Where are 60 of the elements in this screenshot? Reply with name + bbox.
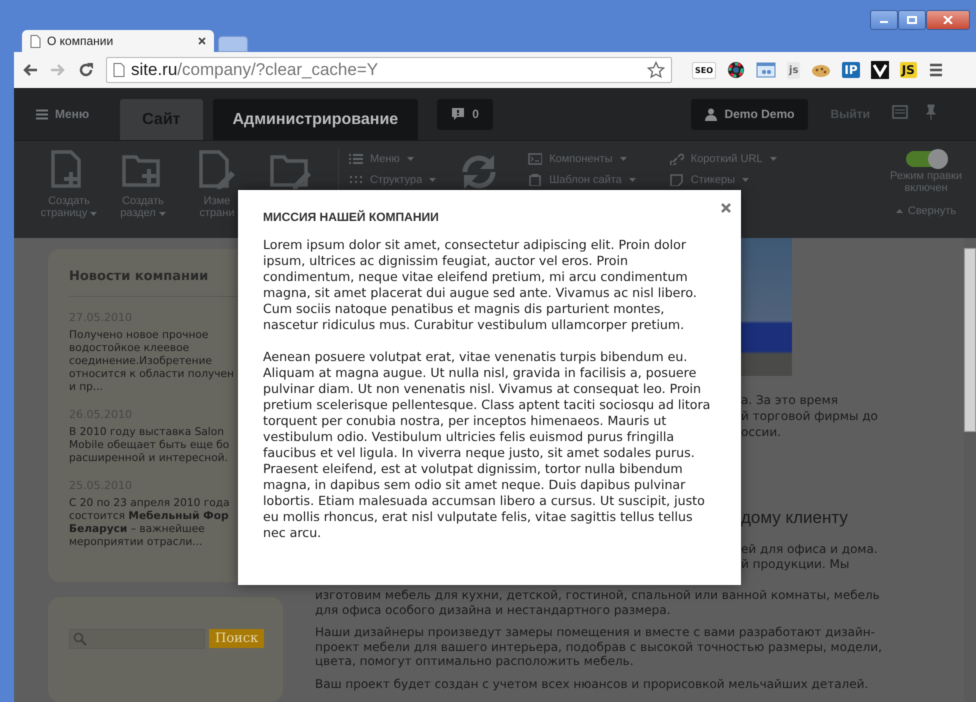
caret-icon	[628, 178, 636, 182]
search-icon	[73, 632, 87, 646]
paragraph: Наши дизайнеры произведут замеры помещения и вместе с вами разработают дизайн- проект мебели для вашего интерьера, подобрав с высокой точностью размеры, модели, цвета, помогут оптимально расположить мебель.	[315, 625, 883, 668]
caret-icon	[429, 178, 436, 182]
maximize-button[interactable]	[898, 10, 926, 30]
list-icon	[349, 153, 363, 165]
back-icon[interactable]	[22, 63, 38, 77]
caret-up-icon	[896, 209, 903, 213]
menu-button[interactable]: Меню	[36, 107, 90, 121]
clipboard-icon	[528, 174, 542, 186]
news-text: В 2010 году выставка Salon Mobile обещает быть еще бо расширенной и интересной.	[69, 426, 230, 465]
close-icon[interactable]	[721, 203, 731, 213]
paragraph: Ваш проект будет создан с учетом всех нюансов и прорисовкой мельчайших деталей.	[315, 676, 870, 691]
paragraph: Lorem ipsum dolor sit amet, consectetur adipiscing elit. Proin dolor ipsum, ultrices ac dignissim feugiat, auctor vel eros. Proin condimentum, neque vitae eleifend pretium, mi arcu condimentum magna, sit amet placerat dui augue sed ante. Vivamus ac nisl libero. Cum sociis natoque penatibus et magnis dis parturient montes, nascetur ridiculus mus. Curabitur vestibulum ullamcorper pretium.	[263, 237, 698, 333]
window-icon[interactable]	[756, 62, 776, 78]
terminal-icon	[528, 153, 542, 165]
search-button[interactable]: Поиск	[209, 629, 264, 648]
minimize-button[interactable]	[870, 10, 898, 30]
chevron-down-icon[interactable]	[870, 61, 889, 79]
chat-icon	[451, 107, 466, 121]
cookie-icon[interactable]	[811, 62, 832, 78]
menu-icon	[36, 108, 48, 120]
caret-icon	[620, 157, 627, 161]
document-icon	[113, 63, 125, 77]
close-button[interactable]	[926, 10, 970, 30]
reload-icon[interactable]	[78, 62, 94, 78]
tab[interactable]: Администрирование	[212, 99, 418, 140]
browser-tab[interactable]: О компании	[22, 30, 214, 52]
person-icon	[705, 108, 718, 120]
close-icon[interactable]	[198, 37, 206, 45]
grid-icon	[349, 174, 363, 186]
caret-icon	[770, 157, 777, 161]
news-text: С 20 по 23 апреля 2010 года состоится Мебельный Фор Беларуси – важнейшее мероприятии отрасли...	[69, 497, 230, 549]
document-icon	[30, 34, 41, 48]
paragraph: изготовим мебель для кухни, детской, гостиной, спальной или ванной комнаты, мебель для офиса особого дизайна и нестандартного размера.	[315, 588, 881, 617]
extension-button[interactable]: SEO	[692, 62, 716, 78]
address-bar[interactable]: site.ru/company/?clear_cache=Y	[106, 57, 672, 83]
scrollbar[interactable]	[964, 248, 976, 432]
user-button[interactable]: Demo Demo	[691, 98, 808, 130]
extension-button[interactable]: IP	[842, 62, 860, 78]
notifications-button[interactable]: 0	[437, 98, 493, 130]
close-icon	[943, 16, 953, 24]
modal-title: МИССИЯ НАШЕЙ КОМПАНИИ	[263, 210, 440, 224]
caret-icon	[742, 178, 749, 182]
body-text: а. За это время й торговой фирмы до оссии.	[741, 392, 879, 440]
news-text: Получено новое прочное водостойкое клеевое соединение.Изобретение относится к области получен и пр...	[69, 329, 234, 394]
extension-button[interactable]: js	[787, 62, 800, 78]
color-wheel-icon[interactable]	[727, 61, 746, 79]
maximize-icon	[907, 16, 917, 24]
section-heading: дому клиенту	[741, 508, 849, 528]
search-field[interactable]	[69, 629, 205, 650]
body-text: ей для офиса и дома. й продукции. Мы	[741, 542, 879, 572]
menu-icon[interactable]	[928, 63, 943, 77]
link-icon	[670, 153, 684, 165]
star-icon[interactable]	[647, 61, 665, 79]
edit-mode-toggle[interactable]	[906, 151, 946, 167]
caret-icon	[406, 157, 414, 161]
paragraph: Aenean posuere volutpat erat, vitae venenatis turpis bibendum eu. Aliquam at magna augue. Ut nulla nisl, gravida in facilisis a, posuere pulvinar diam. Ut non venenatis nisl. Vivamus at consequat leo. Proin pretium scelerisque pellentesque. Class aptent taciti sociosqu ad litora torquent per conubia nostra, per inceptos himenaeos. Mauris ut vestibulum odio. Vestibulum ultricies felis euismod purus fringilla faucibus et vel ligula. In viverra neque justo, sit amet sodales purus. Praesent eleifend, est at volutpat dignissim, tortor nulla bibendum magna, in dapibus sem odio sit amet neque. Duis dapibus pulvinar lobortis. Etiam malesuada accumsan libero a cursus. Ut suscipit, justo eu mollis rhoncus, erat nisl vulputate felis, vitae sagittis tellus tellus nec arcu.	[263, 349, 712, 541]
note-icon	[670, 174, 684, 186]
extension-button[interactable]: JS	[900, 62, 917, 78]
